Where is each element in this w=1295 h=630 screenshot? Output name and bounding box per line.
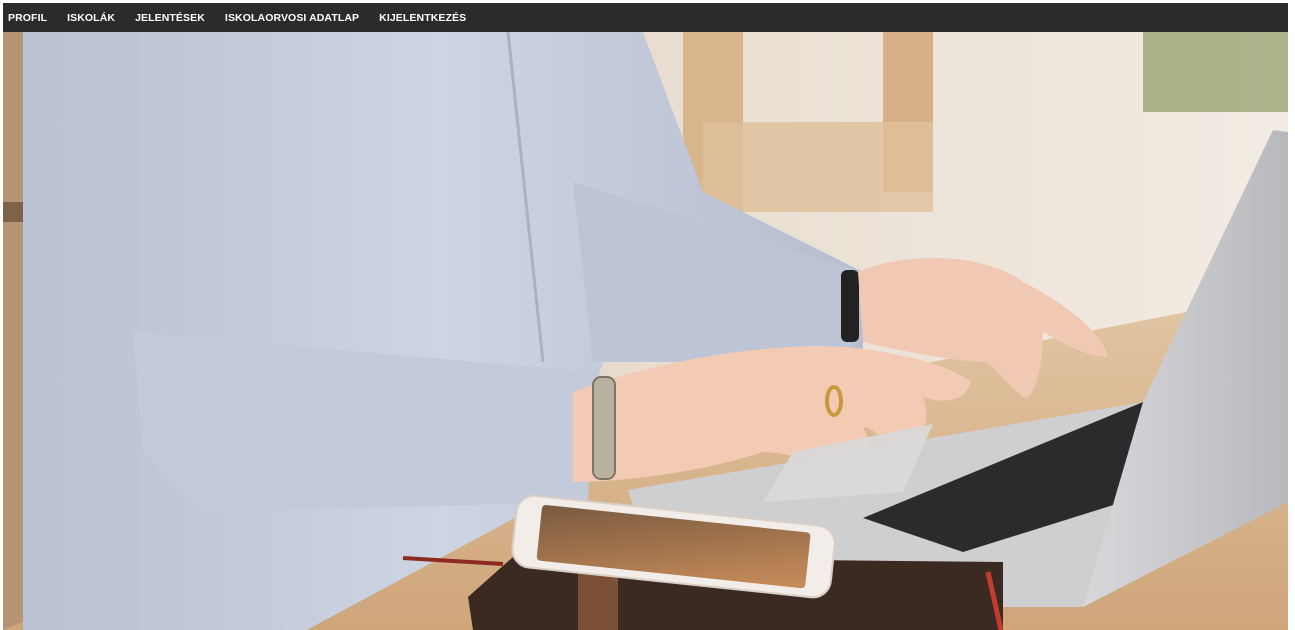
nav-item-kijelentkezes[interactable]: KIJELENTKEZÉS: [379, 12, 466, 24]
nav-item-profil[interactable]: PROFIL: [8, 12, 47, 24]
nav-item-iskolaorvosi-adatlap[interactable]: ISKOLAORVOSI ADATLAP: [225, 12, 359, 24]
hero-photo-illustration: [3, 32, 1288, 630]
nav-item-jelentesek[interactable]: JELENTÉSEK: [135, 12, 205, 24]
page: PROFIL ISKOLÁK JELENTÉSEK ISKOLAORVOSI A…: [3, 3, 1288, 630]
top-navbar: PROFIL ISKOLÁK JELENTÉSEK ISKOLAORVOSI A…: [3, 3, 1288, 32]
hero-image: [3, 32, 1288, 630]
nav-item-iskolak[interactable]: ISKOLÁK: [67, 12, 115, 24]
